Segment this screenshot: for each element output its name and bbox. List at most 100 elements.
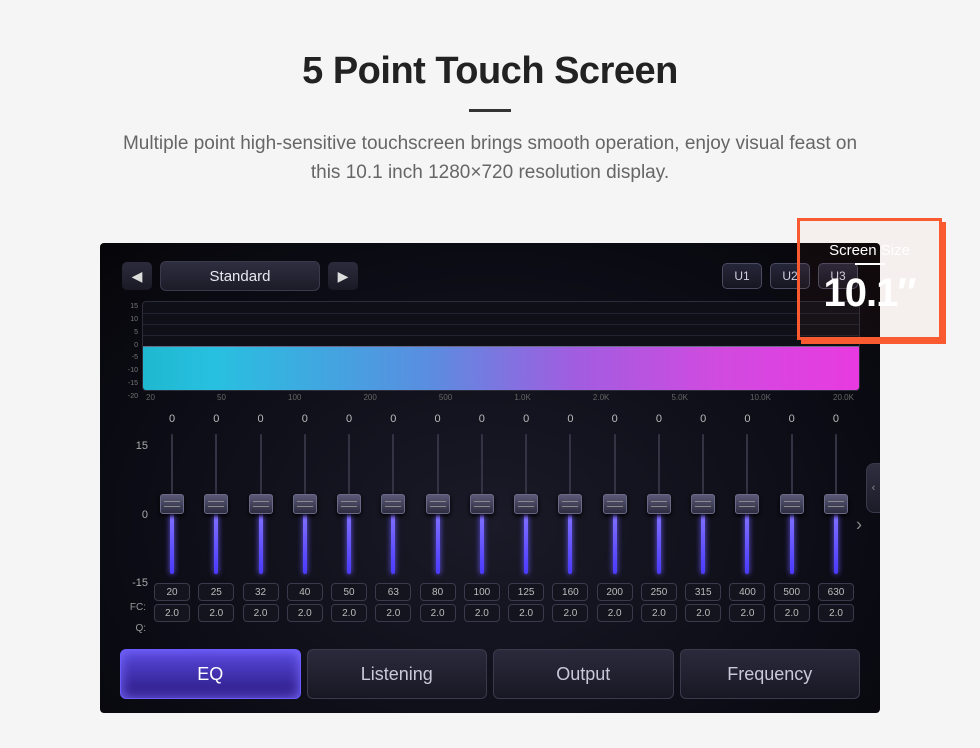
callout-value: 10.1″	[823, 271, 915, 316]
band-gain-slider[interactable]	[830, 434, 842, 574]
slider-thumb[interactable]	[470, 494, 494, 514]
band-gain-value: 0	[257, 410, 263, 428]
preset-next-button[interactable]: ▶	[328, 262, 358, 290]
preset-prev-button[interactable]: ◀	[122, 262, 152, 290]
band-gain-slider[interactable]	[255, 434, 267, 574]
band-gain-value: 0	[789, 410, 795, 428]
band-gain-slider[interactable]	[299, 434, 311, 574]
band-gain-slider[interactable]	[741, 434, 753, 574]
band-q-value[interactable]: 2.0	[597, 604, 633, 622]
slider-thumb[interactable]	[337, 494, 361, 514]
band-q-value[interactable]: 2.0	[198, 604, 234, 622]
band-q-value[interactable]: 2.0	[420, 604, 456, 622]
band-gain-slider[interactable]	[432, 434, 444, 574]
fc-label: FC:	[120, 597, 146, 618]
slider-thumb[interactable]	[381, 494, 405, 514]
band-gain-value: 0	[833, 410, 839, 428]
band-q-value[interactable]: 2.0	[508, 604, 544, 622]
slider-thumb[interactable]	[293, 494, 317, 514]
band-q-value[interactable]: 2.0	[331, 604, 367, 622]
band-gain-value: 0	[744, 410, 750, 428]
slider-thumb[interactable]	[160, 494, 184, 514]
side-drawer-handle[interactable]: ‹	[866, 463, 880, 513]
band-q-value[interactable]: 2.0	[552, 604, 588, 622]
slider-thumb[interactable]	[603, 494, 627, 514]
eq-screen: ◀ Standard ▶ U1 U2 U3 15 10 5 0 -5 -10 -…	[100, 243, 880, 713]
band-gain-value: 0	[169, 410, 175, 428]
band-gain-slider[interactable]	[697, 434, 709, 574]
band-q-value[interactable]: 2.0	[774, 604, 810, 622]
slider-thumb[interactable]	[780, 494, 804, 514]
band-gain-slider[interactable]	[343, 434, 355, 574]
band-fc-value[interactable]: 160	[552, 583, 588, 601]
band-fc-value[interactable]: 400	[729, 583, 765, 601]
band-q-value[interactable]: 2.0	[287, 604, 323, 622]
slider-thumb[interactable]	[204, 494, 228, 514]
slider-thumb[interactable]	[735, 494, 759, 514]
band-gain-slider[interactable]	[653, 434, 665, 574]
user-preset-u1-button[interactable]: U1	[722, 263, 762, 289]
tab-eq[interactable]: EQ	[120, 649, 301, 699]
band-gain-slider[interactable]	[476, 434, 488, 574]
band-q-value[interactable]: 2.0	[243, 604, 279, 622]
band-gain-value: 0	[213, 410, 219, 428]
band-gain-value: 0	[390, 410, 396, 428]
sliders-next-button[interactable]: ›	[856, 514, 862, 535]
eq-band: 0 40 2.0	[285, 410, 325, 639]
slider-thumb[interactable]	[426, 494, 450, 514]
band-q-value[interactable]: 2.0	[464, 604, 500, 622]
eq-band: 0 400 2.0	[727, 410, 767, 639]
tab-output[interactable]: Output	[493, 649, 674, 699]
band-fc-value[interactable]: 125	[508, 583, 544, 601]
band-gain-slider[interactable]	[210, 434, 222, 574]
slider-thumb[interactable]	[647, 494, 671, 514]
band-q-value[interactable]: 2.0	[641, 604, 677, 622]
slider-thumb[interactable]	[558, 494, 582, 514]
eq-band: 0 315 2.0	[683, 410, 723, 639]
band-fc-value[interactable]: 100	[464, 583, 500, 601]
tab-frequency[interactable]: Frequency	[680, 649, 861, 699]
triangle-left-icon: ◀	[132, 268, 143, 285]
band-fc-value[interactable]: 500	[774, 583, 810, 601]
band-q-value[interactable]: 2.0	[685, 604, 721, 622]
preset-selector[interactable]: Standard	[160, 261, 320, 291]
slider-thumb[interactable]	[691, 494, 715, 514]
band-gain-slider[interactable]	[166, 434, 178, 574]
band-gain-value: 0	[656, 410, 662, 428]
band-fc-value[interactable]: 32	[243, 583, 279, 601]
preset-row: ◀ Standard ▶ U1 U2 U3	[108, 261, 872, 291]
band-fc-value[interactable]: 80	[420, 583, 456, 601]
eq-band: 0 25 2.0	[196, 410, 236, 639]
band-gain-slider[interactable]	[609, 434, 621, 574]
slider-thumb[interactable]	[514, 494, 538, 514]
band-q-value[interactable]: 2.0	[154, 604, 190, 622]
band-fc-value[interactable]: 50	[331, 583, 367, 601]
band-gain-value: 0	[302, 410, 308, 428]
band-gain-slider[interactable]	[786, 434, 798, 574]
band-fc-value[interactable]: 250	[641, 583, 677, 601]
band-fc-value[interactable]: 315	[685, 583, 721, 601]
band-q-value[interactable]: 2.0	[375, 604, 411, 622]
title-underline	[469, 109, 511, 112]
band-fc-value[interactable]: 20	[154, 583, 190, 601]
eq-band: 0 630 2.0	[816, 410, 856, 639]
band-fc-value[interactable]: 40	[287, 583, 323, 601]
band-fc-value[interactable]: 630	[818, 583, 854, 601]
eq-band: 0 63 2.0	[373, 410, 413, 639]
band-gain-slider[interactable]	[387, 434, 399, 574]
band-fc-value[interactable]: 200	[597, 583, 633, 601]
tab-listening[interactable]: Listening	[307, 649, 488, 699]
band-gain-slider[interactable]	[520, 434, 532, 574]
band-gain-slider[interactable]	[564, 434, 576, 574]
slider-thumb[interactable]	[249, 494, 273, 514]
band-q-value[interactable]: 2.0	[818, 604, 854, 622]
eq-sliders-panel: 15 0 -15 FC: Q: 0202.00252.00322.00402.0…	[120, 410, 860, 639]
band-gain-value: 0	[612, 410, 618, 428]
band-gain-value: 0	[700, 410, 706, 428]
eq-band: 01602.0	[550, 410, 590, 639]
slider-thumb[interactable]	[824, 494, 848, 514]
band-fc-value[interactable]: 63	[375, 583, 411, 601]
band-fc-value[interactable]: 25	[198, 583, 234, 601]
eq-band: 01002.0	[462, 410, 502, 639]
band-q-value[interactable]: 2.0	[729, 604, 765, 622]
